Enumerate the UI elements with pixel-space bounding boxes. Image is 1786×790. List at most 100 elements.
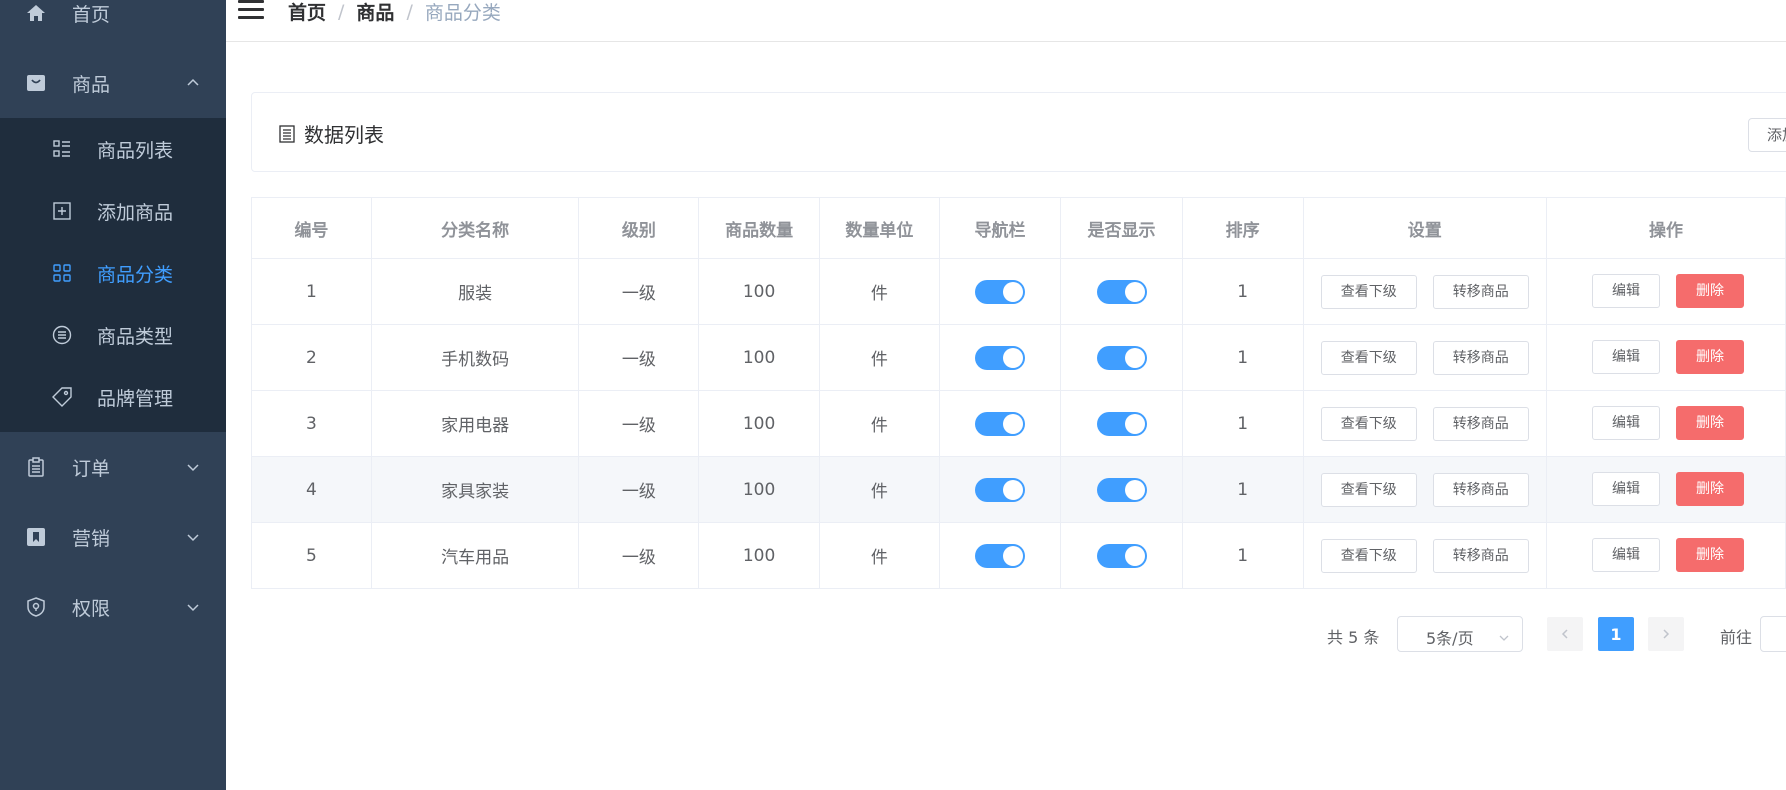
cell-settings: 查看下级 转移商品 (1302, 324, 1548, 391)
cell-show (1060, 324, 1183, 391)
breadcrumb-home[interactable]: 首页 (288, 0, 326, 25)
cell-operations: 编辑 删除 (1546, 456, 1786, 523)
view-children-button[interactable]: 查看下级 (1320, 274, 1417, 309)
sidebar-item-product-category[interactable]: 商品分类 (0, 242, 226, 304)
cell-product-count: 100 (698, 258, 820, 325)
table-row: 5 汽车用品 一级 100 件 1 查看下级 转移商品 编辑 删除 (251, 522, 1786, 589)
column-header: 分类名称 (370, 197, 580, 259)
transfer-products-button[interactable]: 转移商品 (1432, 472, 1529, 507)
cell-product-count: 100 (698, 522, 820, 589)
sidebar-item-order[interactable]: 订单 (0, 432, 226, 502)
nav-toggle[interactable] (975, 477, 1026, 502)
list-icon (52, 139, 72, 159)
edit-button[interactable]: 编辑 (1592, 340, 1661, 374)
cell-sort: 1 (1181, 324, 1304, 391)
cell-operations: 编辑 删除 (1546, 390, 1786, 457)
edit-button[interactable]: 编辑 (1592, 538, 1661, 572)
view-children-button[interactable]: 查看下级 (1320, 406, 1417, 441)
edit-button[interactable]: 编辑 (1592, 472, 1661, 506)
edit-button[interactable]: 编辑 (1592, 406, 1661, 440)
sidebar-item-label: 商品列表 (97, 139, 174, 162)
tag-icon (52, 387, 72, 407)
view-children-button[interactable]: 查看下级 (1320, 538, 1417, 573)
cell-unit: 件 (818, 258, 940, 325)
nav-toggle[interactable] (975, 411, 1026, 436)
cell-nav (938, 456, 1062, 523)
cell-level: 一级 (578, 522, 700, 589)
cell-unit: 件 (818, 324, 940, 391)
shopping-bag-icon (26, 73, 46, 93)
column-header: 是否显示 (1060, 197, 1183, 259)
transfer-products-button[interactable]: 转移商品 (1432, 274, 1529, 309)
add-button[interactable]: 添加 (1748, 118, 1786, 152)
cell-operations: 编辑 删除 (1546, 258, 1786, 325)
sidebar: 首页 商品 商品列表 添加商品 商品分类 商品类型 品牌管理 订单 营销 权限 (0, 0, 226, 790)
show-toggle[interactable] (1096, 411, 1147, 436)
sidebar-item-label: 首页 (72, 3, 111, 26)
column-header: 数量单位 (818, 197, 940, 259)
sidebar-item-product-list[interactable]: 商品列表 (0, 118, 226, 180)
table-row: 3 家用电器 一级 100 件 1 查看下级 转移商品 编辑 删除 (251, 390, 1786, 457)
cell-nav (938, 522, 1062, 589)
show-toggle[interactable] (1096, 477, 1147, 502)
show-toggle[interactable] (1096, 345, 1147, 370)
shield-icon (26, 597, 46, 617)
breadcrumb-product[interactable]: 商品 (356, 0, 394, 25)
nav-toggle[interactable] (975, 279, 1026, 304)
cell-settings: 查看下级 转移商品 (1302, 390, 1548, 457)
card-title-text: 数据列表 (304, 123, 384, 147)
next-page-button[interactable] (1648, 617, 1684, 651)
cell-sort: 1 (1181, 456, 1304, 523)
cell-operations: 编辑 删除 (1546, 324, 1786, 391)
prev-page-button[interactable] (1547, 617, 1583, 651)
transfer-products-button[interactable]: 转移商品 (1432, 406, 1529, 441)
current-page-button[interactable]: 1 (1598, 617, 1634, 651)
delete-button[interactable]: 删除 (1676, 406, 1745, 440)
sidebar-item-brand[interactable]: 品牌管理 (0, 366, 226, 428)
cell-show (1060, 258, 1183, 325)
delete-button[interactable]: 删除 (1676, 340, 1745, 374)
sidebar-item-add-product[interactable]: 添加商品 (0, 180, 226, 242)
document-icon (278, 124, 296, 144)
cell-unit: 件 (818, 522, 940, 589)
show-toggle[interactable] (1096, 279, 1147, 304)
sidebar-item-home[interactable]: 首页 (0, 0, 226, 48)
breadcrumb: 首页 / 商品 / 商品分类 (288, 0, 501, 25)
chevron-down-icon (1498, 629, 1510, 641)
sidebar-item-product-type[interactable]: 商品类型 (0, 304, 226, 366)
delete-button[interactable]: 删除 (1676, 472, 1745, 506)
table-row: 1 服装 一级 100 件 1 查看下级 转移商品 编辑 删除 (251, 258, 1786, 325)
edit-button[interactable]: 编辑 (1592, 274, 1661, 308)
nav-toggle[interactable] (975, 345, 1026, 370)
transfer-products-button[interactable]: 转移商品 (1432, 538, 1529, 573)
sidebar-item-product[interactable]: 商品 (0, 48, 226, 118)
goto-page-input[interactable] (1760, 616, 1786, 652)
cell-sort: 1 (1181, 390, 1304, 457)
cell-category-name: 汽车用品 (370, 522, 580, 589)
column-header: 商品数量 (698, 197, 820, 259)
transfer-products-button[interactable]: 转移商品 (1432, 340, 1529, 375)
cell-level: 一级 (578, 456, 700, 523)
goto-label: 前往 (1720, 628, 1753, 647)
delete-button[interactable]: 删除 (1676, 538, 1745, 572)
clipboard-icon (26, 457, 46, 477)
cell-settings: 查看下级 转移商品 (1302, 522, 1548, 589)
cell-category-name: 手机数码 (370, 324, 580, 391)
cell-nav (938, 390, 1062, 457)
delete-button[interactable]: 删除 (1676, 274, 1745, 308)
circle-list-icon (52, 325, 72, 345)
pagination-total: 共 5 条 (1327, 628, 1380, 647)
chevron-down-icon (186, 530, 200, 544)
page-size-select[interactable]: 5条/页 (1397, 616, 1523, 652)
table-header-row: 编号 分类名称 级别 商品数量 数量单位 导航栏 是否显示 排序 设置 操作 (251, 197, 1786, 259)
show-toggle[interactable] (1096, 543, 1147, 568)
sidebar-item-label: 品牌管理 (97, 387, 174, 410)
plus-square-icon (52, 201, 72, 221)
nav-toggle[interactable] (975, 543, 1026, 568)
chevron-right-icon (1660, 625, 1672, 644)
view-children-button[interactable]: 查看下级 (1320, 472, 1417, 507)
hamburger-menu-icon[interactable] (238, 0, 264, 20)
sidebar-item-label: 营销 (72, 527, 111, 550)
view-children-button[interactable]: 查看下级 (1320, 340, 1417, 375)
sidebar-item-marketing[interactable]: 营销 (0, 502, 226, 572)
